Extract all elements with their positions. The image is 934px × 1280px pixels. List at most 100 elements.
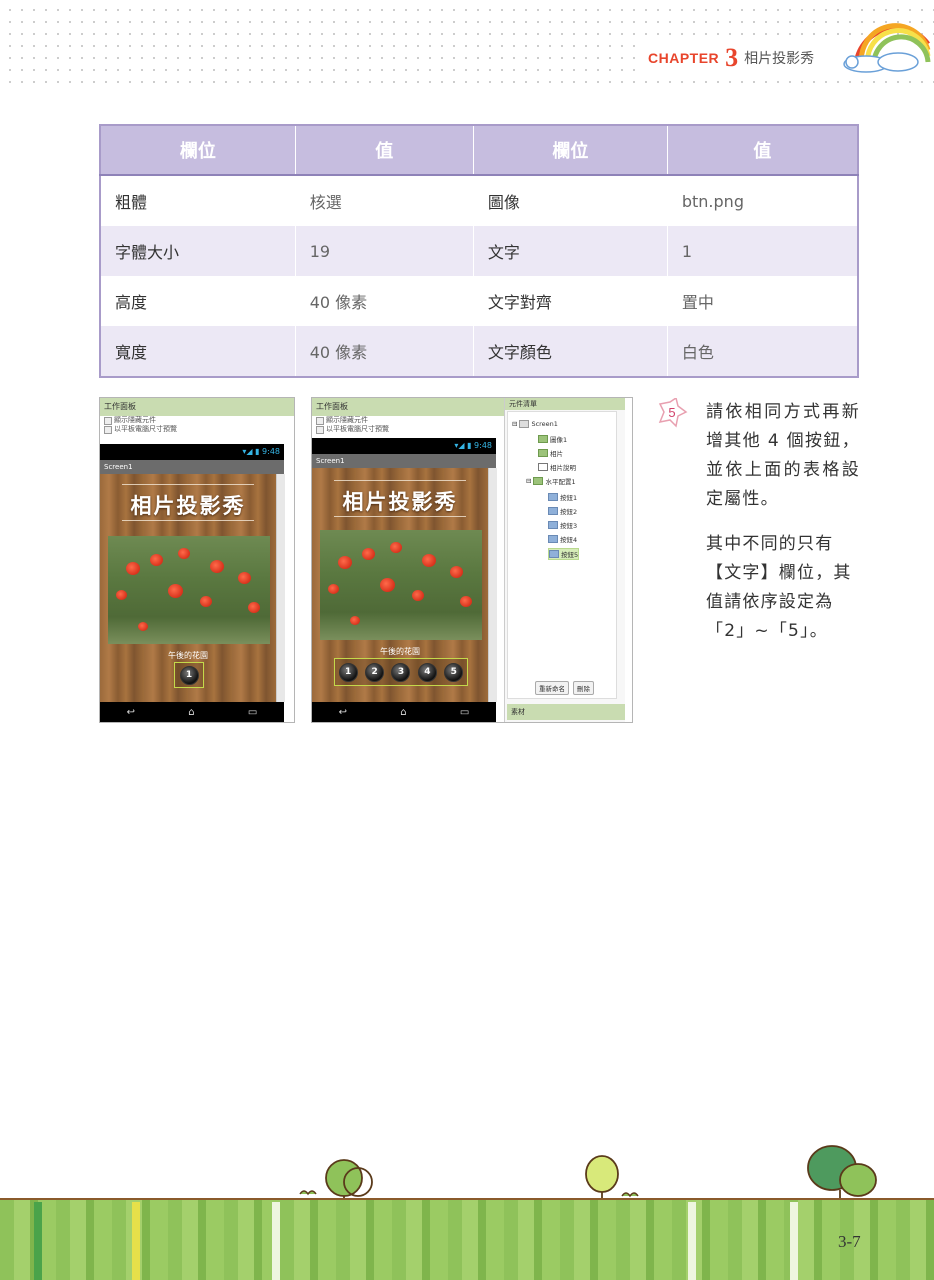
table-cell: 字體大小 [100,226,296,276]
table-header-cell: 值 [295,125,474,175]
step-note: 其中不同的只有【文字】欄位，其值請依序設定為「2」~「5」。 [706,534,852,641]
tree-item-screen[interactable]: ⊟ Screen1 [512,420,558,428]
status-time: 9:48 [474,441,492,450]
property-table: 欄位 值 欄位 值 粗體 核選 圖像 btn.png 字體大小 19 文字 1 … [99,124,859,378]
page-number: 3-7 [838,1232,861,1251]
tree-item-label[interactable]: 相片說明 [538,462,576,472]
recent-apps-icon[interactable]: ▭ [248,707,257,718]
table-cell: 核選 [295,174,474,226]
checkbox-icon[interactable] [104,425,112,434]
table-cell: btn.png [667,174,859,226]
table-cell: 粗體 [100,174,296,226]
viewer-panel-title: 工作面板 [312,398,504,416]
arrangement-icon [533,477,544,485]
checkbox-icon[interactable] [316,425,324,434]
scrollbar[interactable] [488,468,497,702]
app-title-image: 相片投影秀 [130,493,246,518]
button-icon [548,507,558,515]
table-header-cell: 欄位 [473,125,668,175]
tree-item-button5[interactable]: 按鈕5 [548,548,580,560]
horizontal-arrangement: 1 [174,662,204,688]
step-instruction: 請依相同方式再新增其他 4 個按鈕，並依上面的表格設定屬性。 [706,402,860,509]
tree-item-image[interactable]: 圖像1 [538,434,567,444]
table-cell: 高度 [100,276,296,326]
screen-icon [519,420,530,428]
label-icon [538,463,548,471]
tree-bush-icon [585,1155,639,1202]
table-cell: 置中 [667,276,859,326]
tree-item-button2[interactable]: 按鈕2 [548,506,577,516]
chapter-label: CHAPTER [648,50,720,66]
show-hidden-option[interactable]: 顯示隱藏元件 [100,416,294,425]
button-icon [548,493,558,501]
rename-button[interactable]: 重新命名 [535,681,569,695]
table-cell: 白色 [667,326,859,377]
image-icon [538,435,548,443]
tablet-preview-option[interactable]: 以平板電腦尺寸預覽 [100,425,294,434]
horizontal-arrangement: 1 2 3 4 5 [334,658,468,686]
tree-item-button4[interactable]: 按鈕4 [548,534,577,544]
tree-item-photo[interactable]: 相片 [538,448,563,458]
table-row: 寬度 40 像素 文字顏色 白色 [100,326,859,377]
photo-caption: 午後的花園 [380,647,420,656]
table-cell: 文字對齊 [473,276,668,326]
tree-actions: 重新命名 刪除 [535,681,594,695]
table-header-cell: 值 [667,125,858,175]
round-button[interactable]: 1 [179,665,199,685]
home-icon[interactable]: ⌂ [400,707,406,718]
table-cell: 文字 [473,226,668,276]
tablet-preview-option[interactable]: 以平板電腦尺寸預覽 [312,425,504,434]
round-button[interactable]: 1 [338,662,358,682]
chapter-header: CHAPTER 3 相片投影秀 [648,43,815,72]
table-header-row: 欄位 值 欄位 值 [100,125,858,175]
wood-background: 相片投影秀 午後的花園 1 [100,474,276,702]
show-hidden-option[interactable]: 顯示隱藏元件 [312,416,504,425]
poppy-photo [108,536,270,644]
tree-item-arrangement[interactable]: ⊟ 水平配置1 [526,476,576,486]
android-nav-bar: ↩ ⌂ ▭ [100,702,284,722]
checkbox-icon[interactable] [316,416,324,425]
round-button[interactable]: 4 [417,662,437,682]
designer-screenshot-one-button: 工作面板 顯示隱藏元件 以平板電腦尺寸預覽 ▾◢ ▮ 9:48 Screen1 … [99,397,295,723]
wood-background: 相片投影秀 午後的花園 1 2 3 4 5 [312,468,488,702]
tree-item-button3[interactable]: 按鈕3 [548,520,577,530]
round-button[interactable]: 3 [391,662,411,682]
checkbox-icon[interactable] [104,416,112,425]
tree-item-button1[interactable]: 按鈕1 [548,492,577,502]
button-icon [548,521,558,529]
tree-bush-icon [299,1159,373,1202]
rainbow-cloud-icon [843,23,931,73]
chapter-number: 3 [725,43,739,72]
step-star-icon: 5 [658,398,688,428]
android-nav-bar: ↩ ⌂ ▭ [312,702,496,722]
tree-bush-icon [807,1145,877,1202]
table-header-cell: 欄位 [100,125,296,175]
scrollbar[interactable] [276,474,285,702]
table-cell: 40 像素 [295,276,474,326]
table-row: 字體大小 19 文字 1 [100,226,859,276]
phone-preview: ▾◢ ▮ 9:48 Screen1 相片投影秀 午後的花園 1 ↩ ⌂ ▭ [100,444,285,722]
round-button[interactable]: 5 [444,662,464,682]
status-bar: ▾◢ ▮ 9:48 [312,438,496,454]
table-cell: 圖像 [473,174,668,226]
delete-button[interactable]: 刪除 [573,681,594,695]
recent-apps-icon[interactable]: ▭ [460,707,469,718]
home-icon[interactable]: ⌂ [188,707,194,718]
chapter-title: 相片投影秀 [744,51,815,67]
table-cell: 1 [667,226,859,276]
table-cell: 19 [295,226,474,276]
table-row: 高度 40 像素 文字對齊 置中 [100,276,859,326]
step-number: 5 [668,405,675,420]
table-row: 粗體 核選 圖像 btn.png [100,174,859,226]
round-button[interactable]: 2 [365,662,385,682]
table-cell: 寬度 [100,326,296,377]
screen-title: Screen1 [100,460,284,474]
image-icon [538,449,548,457]
back-icon[interactable]: ↩ [339,707,347,718]
table-cell: 40 像素 [295,326,474,377]
button-icon [548,535,558,543]
back-icon[interactable]: ↩ [127,707,135,718]
media-panel-title: 素材 [507,704,625,720]
table-cell: 文字顏色 [473,326,668,377]
phone-preview: ▾◢ ▮ 9:48 Screen1 相片投影秀 午後的花園 1 2 3 4 5 … [312,438,497,722]
